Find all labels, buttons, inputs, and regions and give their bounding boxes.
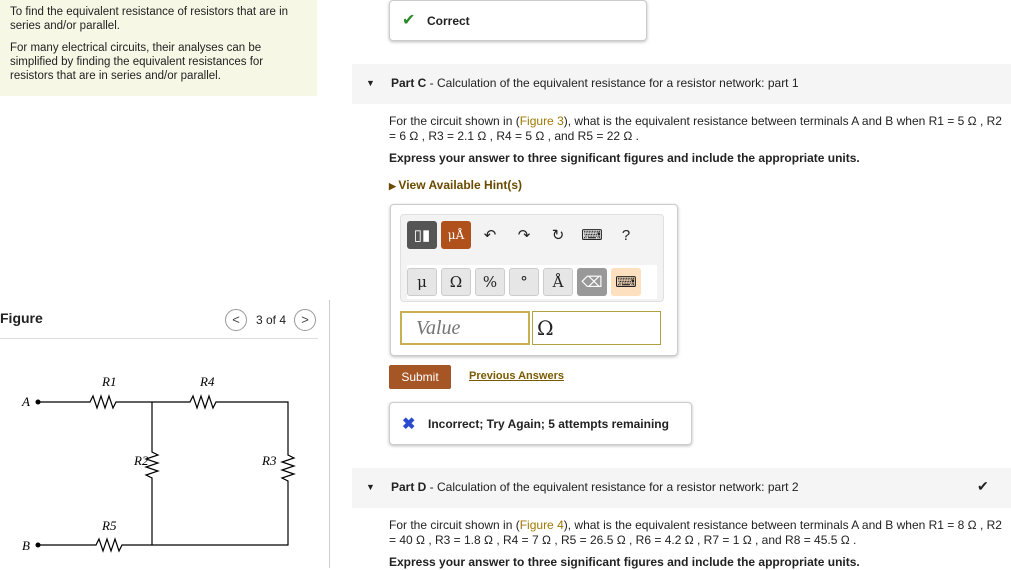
part-d-question: For the circuit shown in (Figure 4), wha… (389, 518, 1002, 547)
help-button[interactable]: ? (611, 221, 641, 249)
keyboard-icon[interactable]: ⌨ (577, 221, 607, 249)
hints-toggle[interactable]: ▶ View Available Hint(s) (389, 178, 522, 194)
key-percent[interactable]: % (475, 268, 505, 296)
part-d-label: Part D (391, 480, 427, 494)
checkmark-icon: ✔ (977, 478, 989, 494)
keyboard-toggle-icon[interactable]: ⌨ (611, 268, 641, 296)
correct-banner: ✔ Correct (389, 0, 647, 41)
part-d-title: - Calculation of the equivalent resistan… (426, 480, 799, 494)
figure-3-link[interactable]: Figure 3 (520, 114, 564, 128)
intro-text: To find the equivalent resistance of res… (10, 6, 289, 32)
figure-pager: 3 of 4 (256, 313, 287, 327)
redo-icon[interactable]: ↷ (509, 221, 539, 249)
units-button[interactable]: μÅ (441, 221, 471, 249)
figure-4-link[interactable]: Figure 4 (520, 518, 564, 532)
templates-icon[interactable]: ▯▮ (407, 221, 437, 249)
part-c-question: For the circuit shown in (Figure 3), wha… (389, 114, 1002, 143)
reset-icon[interactable]: ↻ (543, 221, 573, 249)
correct-text: Correct (427, 14, 470, 28)
backspace-icon[interactable]: ⌫ (577, 268, 607, 296)
r2-label: R2 (133, 453, 149, 468)
part-d-header[interactable]: ▼ Part D - Calculation of the equivalent… (352, 468, 1011, 508)
divider (329, 300, 330, 568)
collapse-icon: ▼ (366, 482, 375, 492)
part-c-title: - Calculation of the equivalent resistan… (426, 76, 799, 90)
undo-icon[interactable]: ↶ (475, 221, 505, 249)
prev-figure-button[interactable]: < (225, 309, 247, 331)
answer-box: ▯▮ μÅ ↶ ↷ ↻ ⌨ ? μ Ω % ° Å ⌫ ⌨ Ω (390, 204, 678, 356)
x-icon: ✖ (402, 416, 416, 433)
r3-label: R3 (261, 453, 277, 468)
separator (0, 338, 318, 339)
previous-answers-link[interactable]: Previous Answers (469, 370, 564, 382)
instruction: Express your answer to three significant… (389, 151, 860, 165)
next-figure-button[interactable]: > (294, 309, 316, 331)
unit-input[interactable]: Ω (532, 311, 661, 345)
r5-label: R5 (101, 518, 117, 533)
key-degree[interactable]: ° (509, 268, 539, 296)
feedback-banner: ✖ Incorrect; Try Again; 5 attempts remai… (389, 402, 692, 445)
circuit-diagram: A B R1 R4 R2 R3 R5 (21, 374, 296, 553)
collapse-icon: ▼ (366, 78, 375, 88)
value-input[interactable] (400, 311, 530, 345)
terminal-a: A (21, 394, 30, 409)
feedback-text: Incorrect; Try Again; 5 attempts remaini… (428, 417, 669, 431)
r4-label: R4 (199, 374, 215, 389)
intro-text-2: For many electrical circuits, their anal… (10, 42, 264, 82)
submit-button[interactable]: Submit (389, 365, 451, 389)
key-angstrom[interactable]: Å (543, 268, 573, 296)
key-ohm[interactable]: Ω (441, 268, 471, 296)
part-c-label: Part C (391, 76, 427, 90)
key-mu[interactable]: μ (407, 268, 437, 296)
check-icon: ✔ (402, 12, 416, 29)
figure-heading: Figure (0, 310, 43, 326)
intro-panel: To find the equivalent resistance of res… (0, 0, 317, 96)
part-c-header[interactable]: ▼ Part C - Calculation of the equivalent… (352, 64, 1011, 104)
r1-label: R1 (101, 374, 116, 389)
terminal-b: B (22, 538, 30, 553)
